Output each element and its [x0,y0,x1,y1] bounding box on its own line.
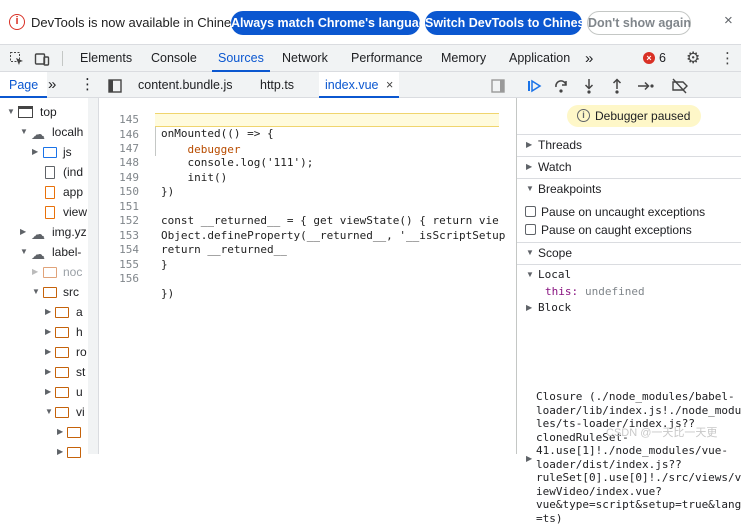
code-line-151[interactable]: 151 const __returned__ = { get viewState… [99,185,499,228]
tab-elements[interactable]: Elements [80,45,132,72]
debugger-toolbar [517,72,741,98]
collapse-arrow-icon: ▼ [526,248,534,257]
navigator-tabbar: Page » ⋮ [0,72,99,98]
tab-http-ts[interactable]: http.ts [260,72,294,98]
cloud-icon: ☁ [31,126,45,142]
folder-icon [43,267,57,278]
step-out-icon[interactable] [609,72,625,98]
folder-icon [55,347,69,358]
close-icon[interactable]: × [724,12,733,29]
code-line-153[interactable]: 153 return __returned__ [99,214,499,257]
settings-gear-icon[interactable]: ⚙ [686,45,700,72]
tab-application[interactable]: Application [509,45,570,72]
tab-index-vue[interactable]: index.vue × [319,72,400,98]
code-line-145[interactable]: 145 onMounted(() => { [99,98,499,141]
code-area[interactable]: 145 onMounted(() => { 146 debugger 147 c… [99,98,517,454]
pause-caught-row[interactable]: Pause on caught exceptions [517,220,741,240]
device-toolbar-icon[interactable] [34,45,50,72]
code-line-152[interactable]: 152 Object.defineProperty(__returned__, … [99,200,505,242]
section-watch[interactable]: ▶ Watch [517,156,741,176]
code-line-154[interactable]: 154 } [99,229,499,271]
pause-caught-checkbox[interactable] [525,224,536,235]
expand-arrow-icon: ▶ [526,162,533,171]
tab-content-bundle[interactable]: content.bundle.js [138,72,233,98]
tab-page[interactable]: Page [0,72,48,98]
frame-icon [18,106,33,118]
file-icon [45,166,55,179]
navigator-scrollbar[interactable] [88,98,98,454]
toggle-debugger-icon[interactable] [491,72,505,98]
more-options-icon[interactable]: ⋮ [720,45,735,72]
folder-icon [67,447,81,458]
navigator-menu-icon[interactable]: ⋮ [80,72,95,98]
tab-console[interactable]: Console [151,45,197,72]
step-into-icon[interactable] [581,72,597,98]
info-icon: i [577,109,590,122]
folder-icon [55,307,69,318]
scope-local[interactable]: ▼ Local [517,264,741,284]
main-tabbar: Elements Console Sources Network Perform… [0,45,741,72]
section-breakpoints[interactable]: ▼ Breakpoints [517,178,741,198]
folder-icon [55,367,69,378]
section-threads[interactable]: ▶ Threads [517,134,741,154]
resume-icon[interactable] [526,72,542,98]
folder-icon [43,147,57,158]
more-tabs-icon[interactable]: » [585,45,593,72]
file-icon [45,206,55,219]
editor-tabbar: content.bundle.js http.ts index.vue × [99,72,517,98]
tab-performance[interactable]: Performance [351,45,423,72]
switch-to-chinese-button[interactable]: Switch DevTools to Chinese [425,11,591,35]
folder-icon [55,407,69,418]
folder-icon [55,387,69,398]
code-line-147[interactable]: 147 console.log('111'); [99,127,499,170]
step-over-icon[interactable] [553,72,569,98]
error-count[interactable]: 6 [659,45,666,72]
close-tab-icon[interactable]: × [386,78,393,92]
pause-uncaught-checkbox[interactable] [525,206,536,217]
code-line-156[interactable]: 156 }) [99,258,499,300]
cloud-icon: ☁ [31,226,45,242]
expand-arrow-icon: ▶ [526,140,533,149]
info-icon: i [9,14,25,30]
scope-closure[interactable]: Closure (./node_modules/babel- loader/li… [536,390,741,525]
watermark-text: CSDN @一天比一天更 [606,427,718,439]
code-line-150[interactable]: 150 [99,171,499,198]
folder-icon [55,327,69,338]
code-editor: content.bundle.js http.ts index.vue × 14… [99,72,517,454]
tab-memory[interactable]: Memory [441,45,486,72]
debugger-paused-banner: i Debugger paused [567,105,701,127]
debugger-sidebar: i Debugger paused ▶ Threads ▶ Watch ▼ Br… [517,72,741,525]
inspect-element-icon[interactable] [9,45,25,72]
code-line-149[interactable]: 149 }) [99,156,499,199]
folder-icon [43,287,57,298]
expand-arrow-icon[interactable]: ▶ [526,454,532,463]
more-navigator-tabs-icon[interactable]: » [48,72,56,98]
tab-network[interactable]: Network [282,45,328,72]
language-infobar: i DevTools is now available in Chinese! … [0,0,741,45]
expand-arrow-icon: ▶ [526,303,533,312]
folder-icon [67,427,81,438]
toggle-navigator-icon[interactable] [108,72,122,98]
code-line-146-paused[interactable]: 146 debugger [119,112,499,156]
dont-show-again-button[interactable]: Don't show again [587,11,691,35]
section-scope[interactable]: ▼ Scope [517,242,741,262]
tree-item-child[interactable]: ▶ [0,442,88,462]
code-line-148[interactable]: 148 init() [99,142,499,184]
tree-item-child[interactable]: ▶ [0,422,88,442]
pause-uncaught-row[interactable]: Pause on uncaught exceptions [517,202,741,222]
cloud-icon: ☁ [31,246,45,262]
code-line-155[interactable]: 155 [99,243,499,271]
file-icon [45,186,55,199]
collapse-arrow-icon: ▼ [526,184,534,193]
scope-block[interactable]: ▶ Block [517,298,741,318]
tab-sources[interactable]: Sources [212,45,270,72]
step-icon[interactable] [637,72,655,98]
file-navigator: Page » ⋮ ▼ top ▼ ☁ localh ▶ js (ind app … [0,72,99,458]
infobar-message: DevTools is now available in Chinese! [31,15,249,30]
error-icon[interactable]: × [643,52,655,64]
deactivate-breakpoints-icon[interactable] [671,72,689,98]
always-match-language-button[interactable]: Always match Chrome's language [231,11,433,35]
indent-guide [155,127,156,156]
